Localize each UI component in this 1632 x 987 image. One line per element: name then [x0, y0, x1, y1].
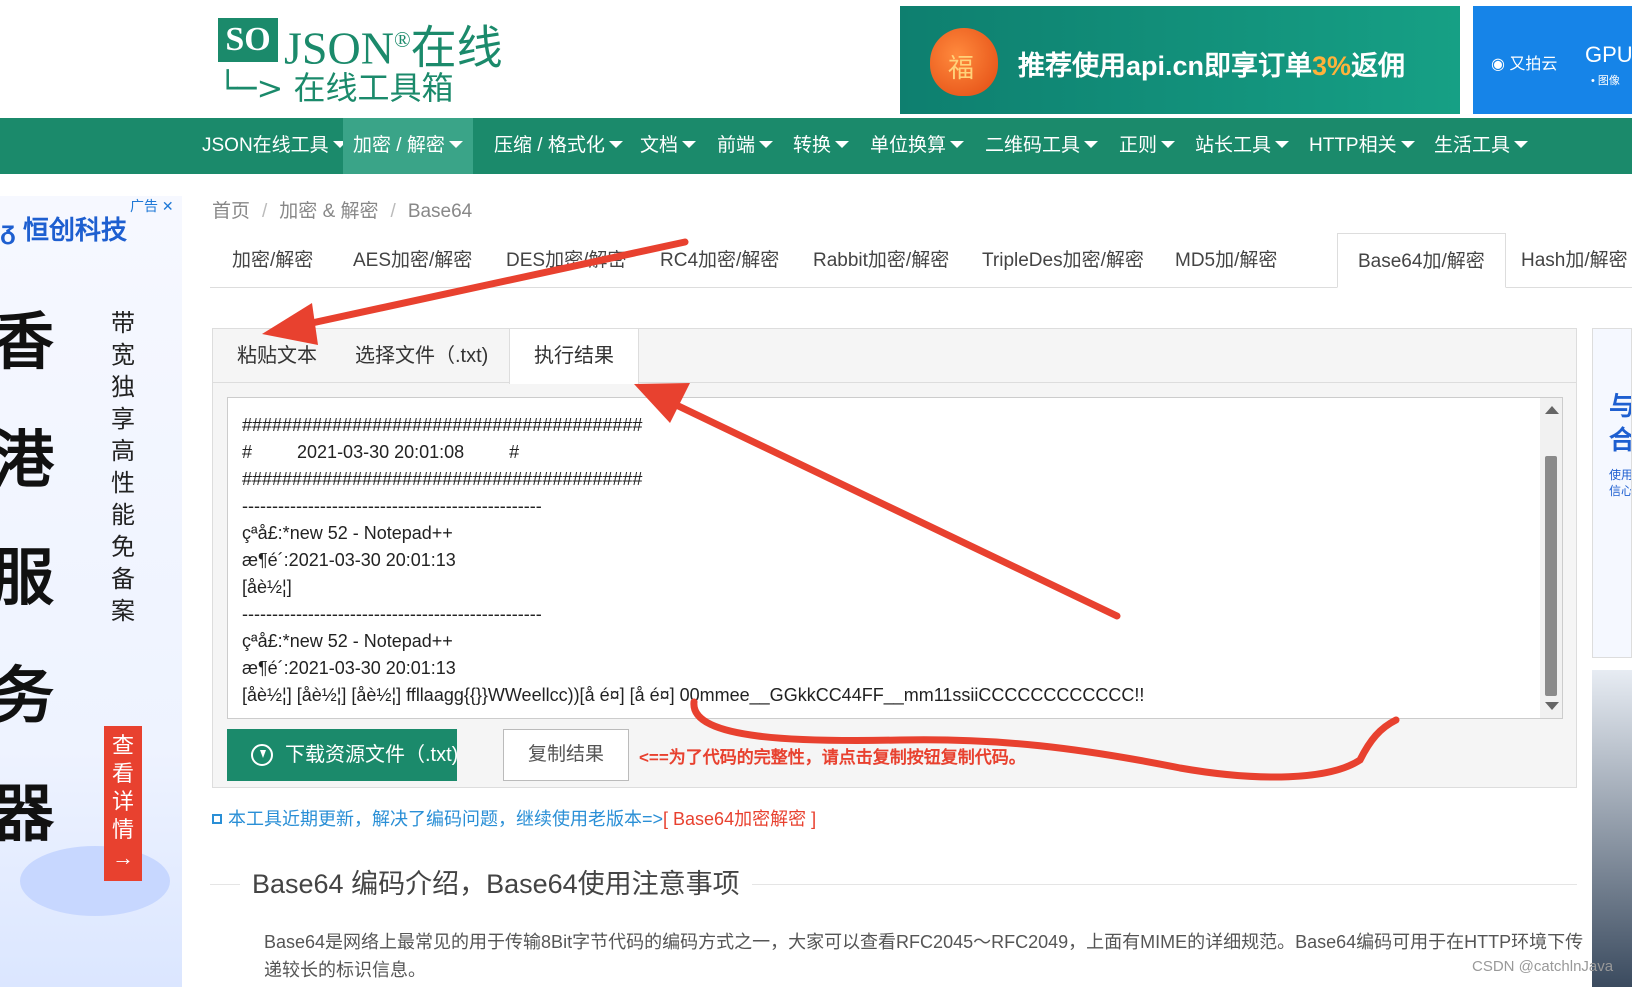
caret-down-icon	[448, 141, 463, 148]
result-line: æ¶é´:2021-03-30 20:01:13	[242, 658, 456, 678]
tab-hash[interactable]: Hash加/解密	[1501, 233, 1632, 288]
result-line: æ¶é´:2021-03-30 20:01:13	[242, 550, 456, 570]
breadcrumb: 首页 / 加密 & 解密 / Base64	[212, 201, 473, 222]
caret-down-icon	[1084, 141, 1099, 148]
nav-life[interactable]: 生活工具	[1430, 118, 1532, 174]
watermark: CSDN @catchlnJava	[1472, 958, 1614, 975]
caret-down-icon	[950, 141, 965, 148]
nav-regex[interactable]: 正则	[1115, 118, 1179, 174]
result-line: çªå£:*new 52 - Notepad++	[242, 631, 453, 651]
ad-gpu-title: GPU	[1585, 42, 1632, 67]
logo-json: JSON®在线	[284, 22, 503, 74]
result-line: [åè½¦]	[242, 577, 292, 597]
arrow-icon: └─>	[218, 69, 294, 107]
scroll-thumb[interactable]	[1545, 456, 1557, 696]
caret-down-icon	[835, 141, 850, 148]
result-line: çªå£:*new 52 - Notepad++	[242, 523, 453, 543]
logo-subtitle: └─> 在线工具箱	[218, 69, 454, 107]
breadcrumb-current: Base64	[407, 201, 473, 222]
nav-compress[interactable]: 压缩 / 格式化	[490, 118, 627, 174]
copy-result-button[interactable]: 复制结果	[503, 729, 629, 781]
ad-banner[interactable]: 福 推荐使用api.cn即享订单3%返佣	[900, 6, 1460, 114]
tab-md5[interactable]: MD5加/解密	[1155, 233, 1297, 288]
ad-close-tag[interactable]: 广告 ✕	[130, 196, 174, 216]
caret-down-icon	[1161, 141, 1176, 148]
main-nav: JSON在线工具 加密 / 解密 压缩 / 格式化 文档 前端 转换 单位换算 …	[0, 118, 1632, 174]
nav-encrypt[interactable]: 加密 / 解密	[343, 118, 473, 174]
tool-tabs: 加密/解密 AES加密/解密 DES加密/解密 RC4加密/解密 Rabbit加…	[210, 233, 1632, 288]
result-line: ----------------------------------------…	[242, 496, 542, 516]
copy-note: <==为了代码的完整性，请点击复制按钮复制代码。	[639, 748, 1026, 767]
intro-paragraph: Base64是网络上最常见的用于传输8Bit字节代码的编码方式之一，大家可以查看…	[264, 932, 1584, 980]
ad-brand: ᵹ 恒创科技	[0, 215, 128, 245]
ad-big-text: 香港服务器	[0, 308, 55, 849]
ad-gpu-sub: • 图像	[1591, 75, 1620, 87]
upyun-logo-icon: ◉	[1491, 56, 1505, 73]
caret-down-icon	[1514, 141, 1529, 148]
result-line: ----------------------------------------…	[242, 604, 542, 624]
result-line: # 2021-03-30 20:01:08 #	[242, 442, 520, 462]
speaker-icon	[212, 814, 222, 824]
nav-http[interactable]: HTTP相关	[1305, 118, 1419, 174]
breadcrumb-home[interactable]: 首页	[212, 201, 250, 222]
result-scrollbar[interactable]	[1540, 398, 1562, 718]
caret-down-icon	[608, 141, 623, 148]
right-ad-image[interactable]	[1592, 670, 1632, 987]
nav-webmaster[interactable]: 站长工具	[1191, 118, 1293, 174]
site-logo[interactable]: SO JSON®在线 └─> 在线工具箱	[218, 12, 503, 107]
result-output[interactable]: ########################################…	[227, 397, 1563, 719]
download-file-button[interactable]: 下载资源文件（.txt)	[227, 729, 458, 781]
upyun-brand: ◉ 又拍云	[1491, 56, 1558, 73]
caret-down-icon	[1400, 141, 1415, 148]
tab-encrypt-decrypt[interactable]: 加密/解密	[212, 233, 333, 288]
nav-json-tools[interactable]: JSON在线工具	[198, 118, 351, 174]
lucky-bag-icon: 福	[930, 28, 998, 96]
tool-panel: 粘贴文本 选择文件（.txt) 执行结果 ###################…	[212, 328, 1577, 788]
ad-upyun[interactable]: ◉ 又拍云 GPU • 图像	[1473, 6, 1632, 114]
download-icon	[251, 744, 273, 766]
tab-rabbit[interactable]: Rabbit加密/解密	[793, 233, 969, 288]
old-version-link[interactable]: [ Base64加密解密 ]	[663, 809, 816, 829]
nav-qrcode[interactable]: 二维码工具	[981, 118, 1102, 174]
section-title: Base64 编码介绍，Base64使用注意事项	[240, 866, 752, 902]
tab-tripledes[interactable]: TripleDes加密/解密	[962, 233, 1164, 288]
tab-result[interactable]: 执行结果	[509, 329, 639, 384]
section-header: Base64 编码介绍，Base64使用注意事项	[210, 866, 1577, 902]
caret-down-icon	[759, 141, 774, 148]
result-line: [åè½¦] [åè½¦] [åè½¦] ffllaagg{{}}W…	[242, 685, 1145, 705]
result-line: ########################################	[242, 415, 643, 435]
tab-base64[interactable]: Base64加/解密	[1337, 233, 1506, 288]
right-ad[interactable]: 与合 使用信心	[1592, 328, 1632, 658]
result-text: ########################################…	[242, 412, 1534, 709]
update-notice: 本工具近期更新，解决了编码问题，继续使用老版本=>[ Base64加密解密 ]	[212, 805, 816, 831]
tab-rc4[interactable]: RC4加密/解密	[640, 233, 799, 288]
ad-decoration	[20, 846, 170, 916]
nav-docs[interactable]: 文档	[636, 118, 700, 174]
right-ad-sub: 使用信心	[1609, 468, 1632, 498]
nav-units[interactable]: 单位换算	[866, 118, 968, 174]
ad-view-details-button[interactable]: 查看详情 →	[104, 726, 142, 881]
caret-down-icon	[682, 141, 697, 148]
header: SO JSON®在线 └─> 在线工具箱 福 推荐使用api.cn即享订单3%返…	[0, 0, 1632, 118]
nav-convert[interactable]: 转换	[789, 118, 853, 174]
breadcrumb-encrypt[interactable]: 加密 & 解密	[279, 201, 378, 222]
ad-features: 带宽独享 高性能 免备案	[111, 310, 135, 625]
ad-banner-text: 推荐使用api.cn即享订单3%返佣	[1018, 51, 1406, 81]
scroll-up-icon[interactable]	[1545, 406, 1559, 414]
caret-down-icon	[1275, 141, 1290, 148]
logo-so: SO	[218, 18, 278, 62]
tab-aes[interactable]: AES加密/解密	[333, 233, 492, 288]
result-line: ########################################	[242, 469, 643, 489]
input-tabs: 粘贴文本 选择文件（.txt) 执行结果	[213, 329, 1576, 384]
tab-select-file[interactable]: 选择文件（.txt)	[331, 329, 512, 383]
scroll-down-icon[interactable]	[1545, 702, 1559, 710]
tab-des[interactable]: DES加密/解密	[486, 233, 646, 288]
left-ad[interactable]: 广告 ✕ ᵹ 恒创科技 香港服务器 带宽独享 高性能 免备案 查看详情 →	[0, 196, 182, 987]
nav-frontend[interactable]: 前端	[713, 118, 777, 174]
right-ad-title: 与合	[1609, 389, 1631, 457]
tab-paste-text[interactable]: 粘贴文本	[213, 329, 341, 383]
